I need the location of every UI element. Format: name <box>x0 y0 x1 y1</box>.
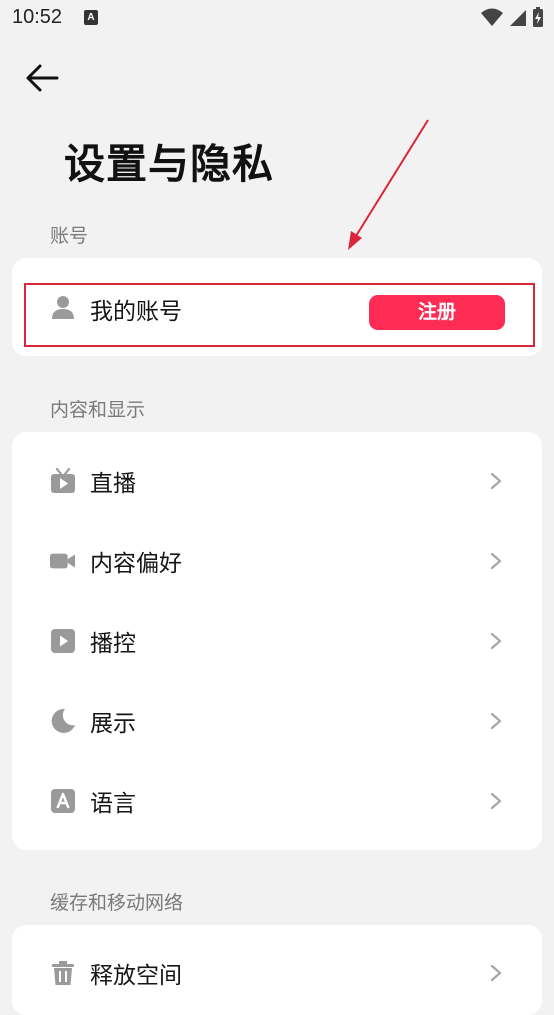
language-icon <box>50 788 76 814</box>
status-time: 10:52 <box>12 6 63 28</box>
battery-icon <box>533 7 543 27</box>
annotation-highlight-box <box>24 283 535 347</box>
tv-icon <box>50 468 76 494</box>
signal-icon <box>510 10 526 26</box>
section-label-cache: 缓存和移动网络 <box>50 892 184 914</box>
chevron-right-icon <box>490 552 502 570</box>
chevron-right-icon <box>490 964 502 982</box>
chevron-right-icon <box>490 632 502 650</box>
play-icon <box>50 628 76 654</box>
section-label-content: 内容和显示 <box>50 399 146 421</box>
page-title: 设置与隐私 <box>64 140 274 188</box>
chevron-right-icon <box>490 472 502 490</box>
back-button[interactable] <box>22 58 62 98</box>
content-card: 直播 内容偏好 播控 展示 语言 <box>12 432 542 850</box>
settings-row-live[interactable]: 直播 <box>12 441 542 521</box>
settings-row-label: 播控 <box>90 631 136 657</box>
video-camera-icon <box>50 548 76 574</box>
section-label-account: 账号 <box>50 225 89 247</box>
status-icons <box>480 5 544 29</box>
trash-icon <box>50 960 76 986</box>
settings-row-language[interactable]: 语言 <box>12 761 542 841</box>
settings-row-label: 展示 <box>90 711 136 737</box>
settings-row-free-space[interactable]: 释放空间 <box>12 933 542 1013</box>
settings-row-playback[interactable]: 播控 <box>12 601 542 681</box>
moon-icon <box>50 708 76 734</box>
cache-card: 释放空间 <box>12 925 542 1015</box>
wifi-icon <box>481 8 503 26</box>
chevron-right-icon <box>490 792 502 810</box>
settings-row-content-preference[interactable]: 内容偏好 <box>12 521 542 601</box>
notification-icon: A <box>84 10 98 25</box>
settings-row-label: 释放空间 <box>90 963 182 989</box>
settings-row-label: 直播 <box>90 471 136 497</box>
back-arrow-icon <box>26 64 59 92</box>
settings-row-label: 内容偏好 <box>90 551 182 577</box>
settings-row-display[interactable]: 展示 <box>12 681 542 761</box>
settings-row-label: 语言 <box>90 791 136 817</box>
chevron-right-icon <box>490 712 502 730</box>
